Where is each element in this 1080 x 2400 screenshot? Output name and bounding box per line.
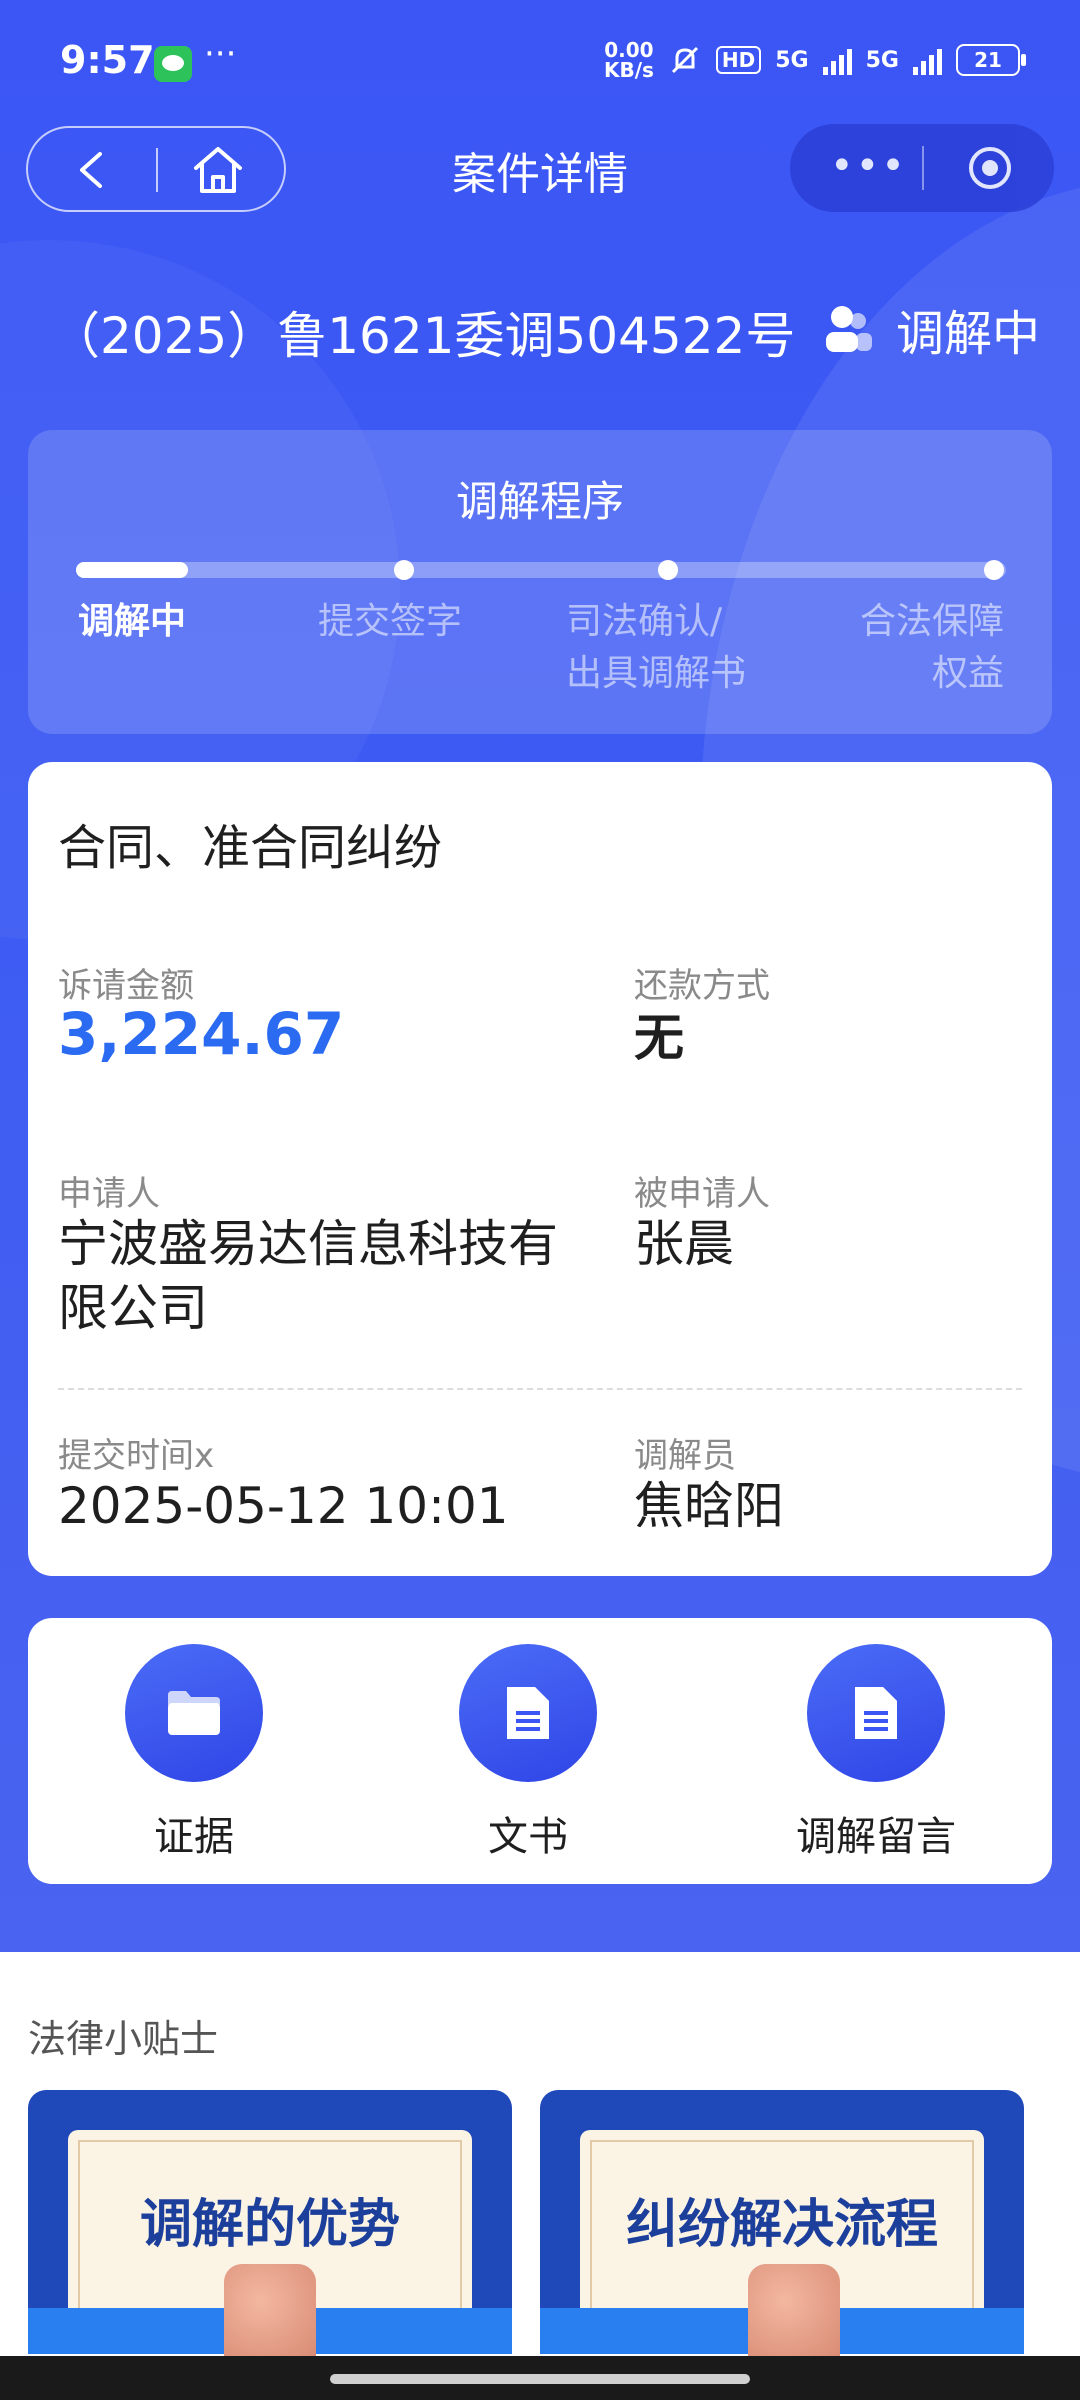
process-step-label: 合法保障	[859, 601, 1004, 642]
sim1-label: 5G	[775, 47, 809, 73]
evidence-button[interactable]: 证据	[84, 1644, 304, 1862]
mediator-value: 焦晗阳	[634, 1477, 784, 1535]
signal-icon	[822, 45, 852, 75]
documents-label: 文书	[488, 1814, 568, 1860]
process-step-dot	[984, 560, 1004, 580]
applicant-value-line: 限公司	[58, 1279, 208, 1337]
document-icon	[855, 1687, 897, 1739]
applicant-value: 宁波盛易达信息科技有 限公司	[58, 1212, 558, 1340]
more-icon[interactable]: •••	[830, 146, 905, 190]
tip-card-title: 纠纷解决流程	[625, 2195, 938, 2255]
book-badge-icon	[224, 2264, 316, 2356]
process-step-signing: 提交签字	[318, 596, 462, 648]
process-step-protection: 合法保障 权益	[860, 596, 1004, 700]
mute-bell-icon	[671, 46, 698, 74]
case-number: （2025）鲁1621委调504522号	[50, 307, 796, 365]
applicant-label: 申请人	[58, 1174, 160, 1214]
signal-icon	[913, 45, 942, 75]
wechat-icon	[154, 46, 192, 82]
process-progress-fill	[76, 562, 188, 578]
case-status-label: 调解中	[895, 306, 1040, 362]
documents-icon-circle	[459, 1644, 597, 1782]
system-nav-bar	[0, 2356, 1080, 2400]
case-status-badge: 调解中	[820, 294, 1040, 364]
documents-button[interactable]: 文书	[418, 1644, 638, 1862]
mediator-label: 调解员	[634, 1436, 736, 1476]
evidence-label: 证据	[154, 1814, 234, 1860]
process-step-confirmation: 司法确认/ 出具调解书	[566, 596, 746, 700]
document-icon	[507, 1687, 549, 1739]
users-icon	[825, 306, 872, 352]
repayment-label: 还款方式	[634, 966, 770, 1006]
respondent-value: 张晨	[634, 1215, 734, 1273]
process-step-label: 调解中	[78, 601, 187, 642]
evidence-icon-circle	[125, 1644, 263, 1782]
mediation-process-card: 调解程序 调解中 提交签字 司法确认/ 出具调解书 合法保障 权益	[28, 430, 1052, 734]
hero-background: 9:57 ··· 0.00 KB/s HD 5G 5G 21 案件详情 ••• …	[0, 0, 1080, 1952]
mediation-message-button[interactable]: 调解留言	[766, 1644, 986, 1862]
case-info-card: 合同、准合同纠纷 诉请金额 3,224.67 还款方式 无 申请人 宁波盛易达信…	[28, 762, 1052, 1576]
legal-tips-title: 法律小贴士	[28, 2017, 219, 2061]
repayment-value: 无	[634, 1009, 684, 1067]
sim2-label: 5G	[865, 47, 899, 73]
hd-badge: HD	[715, 46, 762, 74]
submit-time-value: 2025-05-12 10:01	[58, 1477, 509, 1535]
battery-icon: 21	[956, 44, 1026, 76]
status-bar: 9:57 ··· 0.00 KB/s HD 5G 5G 21	[0, 0, 1080, 120]
applicant-value-line: 宁波盛易达信息科技有	[58, 1215, 558, 1273]
status-dots: ···	[204, 34, 237, 74]
process-step-label: 出具调解书	[566, 653, 747, 694]
tip-card-title: 调解的优势	[139, 2195, 400, 2255]
mediation-message-label: 调解留言	[796, 1814, 956, 1860]
network-speed-value: 0.00	[604, 38, 654, 62]
process-step-label: 司法确认/	[566, 601, 723, 642]
nav-divider	[922, 146, 924, 190]
process-step-label: 提交签字	[318, 601, 463, 642]
network-speed-unit: KB/s	[603, 58, 654, 82]
book-badge-icon	[748, 2264, 840, 2356]
network-speed: 0.00 KB/s	[604, 40, 654, 80]
submit-time-label: 提交时间x	[58, 1436, 215, 1476]
case-actions-card: 证据 文书 调解留言	[28, 1618, 1052, 1884]
process-step-dot	[658, 560, 678, 580]
claim-amount-value: 3,224.67	[58, 1000, 345, 1068]
folder-icon	[168, 1691, 220, 1735]
info-divider	[58, 1388, 1022, 1390]
process-step-mediating: 调解中	[78, 596, 186, 648]
home-indicator[interactable]	[330, 2374, 750, 2384]
close-target-icon[interactable]	[966, 144, 1014, 192]
process-progress-track	[76, 560, 1006, 580]
status-time: 9:57	[60, 38, 155, 82]
status-indicators: 0.00 KB/s HD 5G 5G 21	[604, 40, 1026, 80]
process-title: 调解程序	[455, 477, 624, 526]
process-step-label: 权益	[931, 653, 1004, 694]
message-icon-circle	[807, 1644, 945, 1782]
respondent-label: 被申请人	[634, 1174, 770, 1214]
dispute-type: 合同、准合同纠纷	[58, 820, 443, 876]
nav-capsule-right: •••	[790, 124, 1054, 212]
process-step-dot	[394, 560, 414, 580]
